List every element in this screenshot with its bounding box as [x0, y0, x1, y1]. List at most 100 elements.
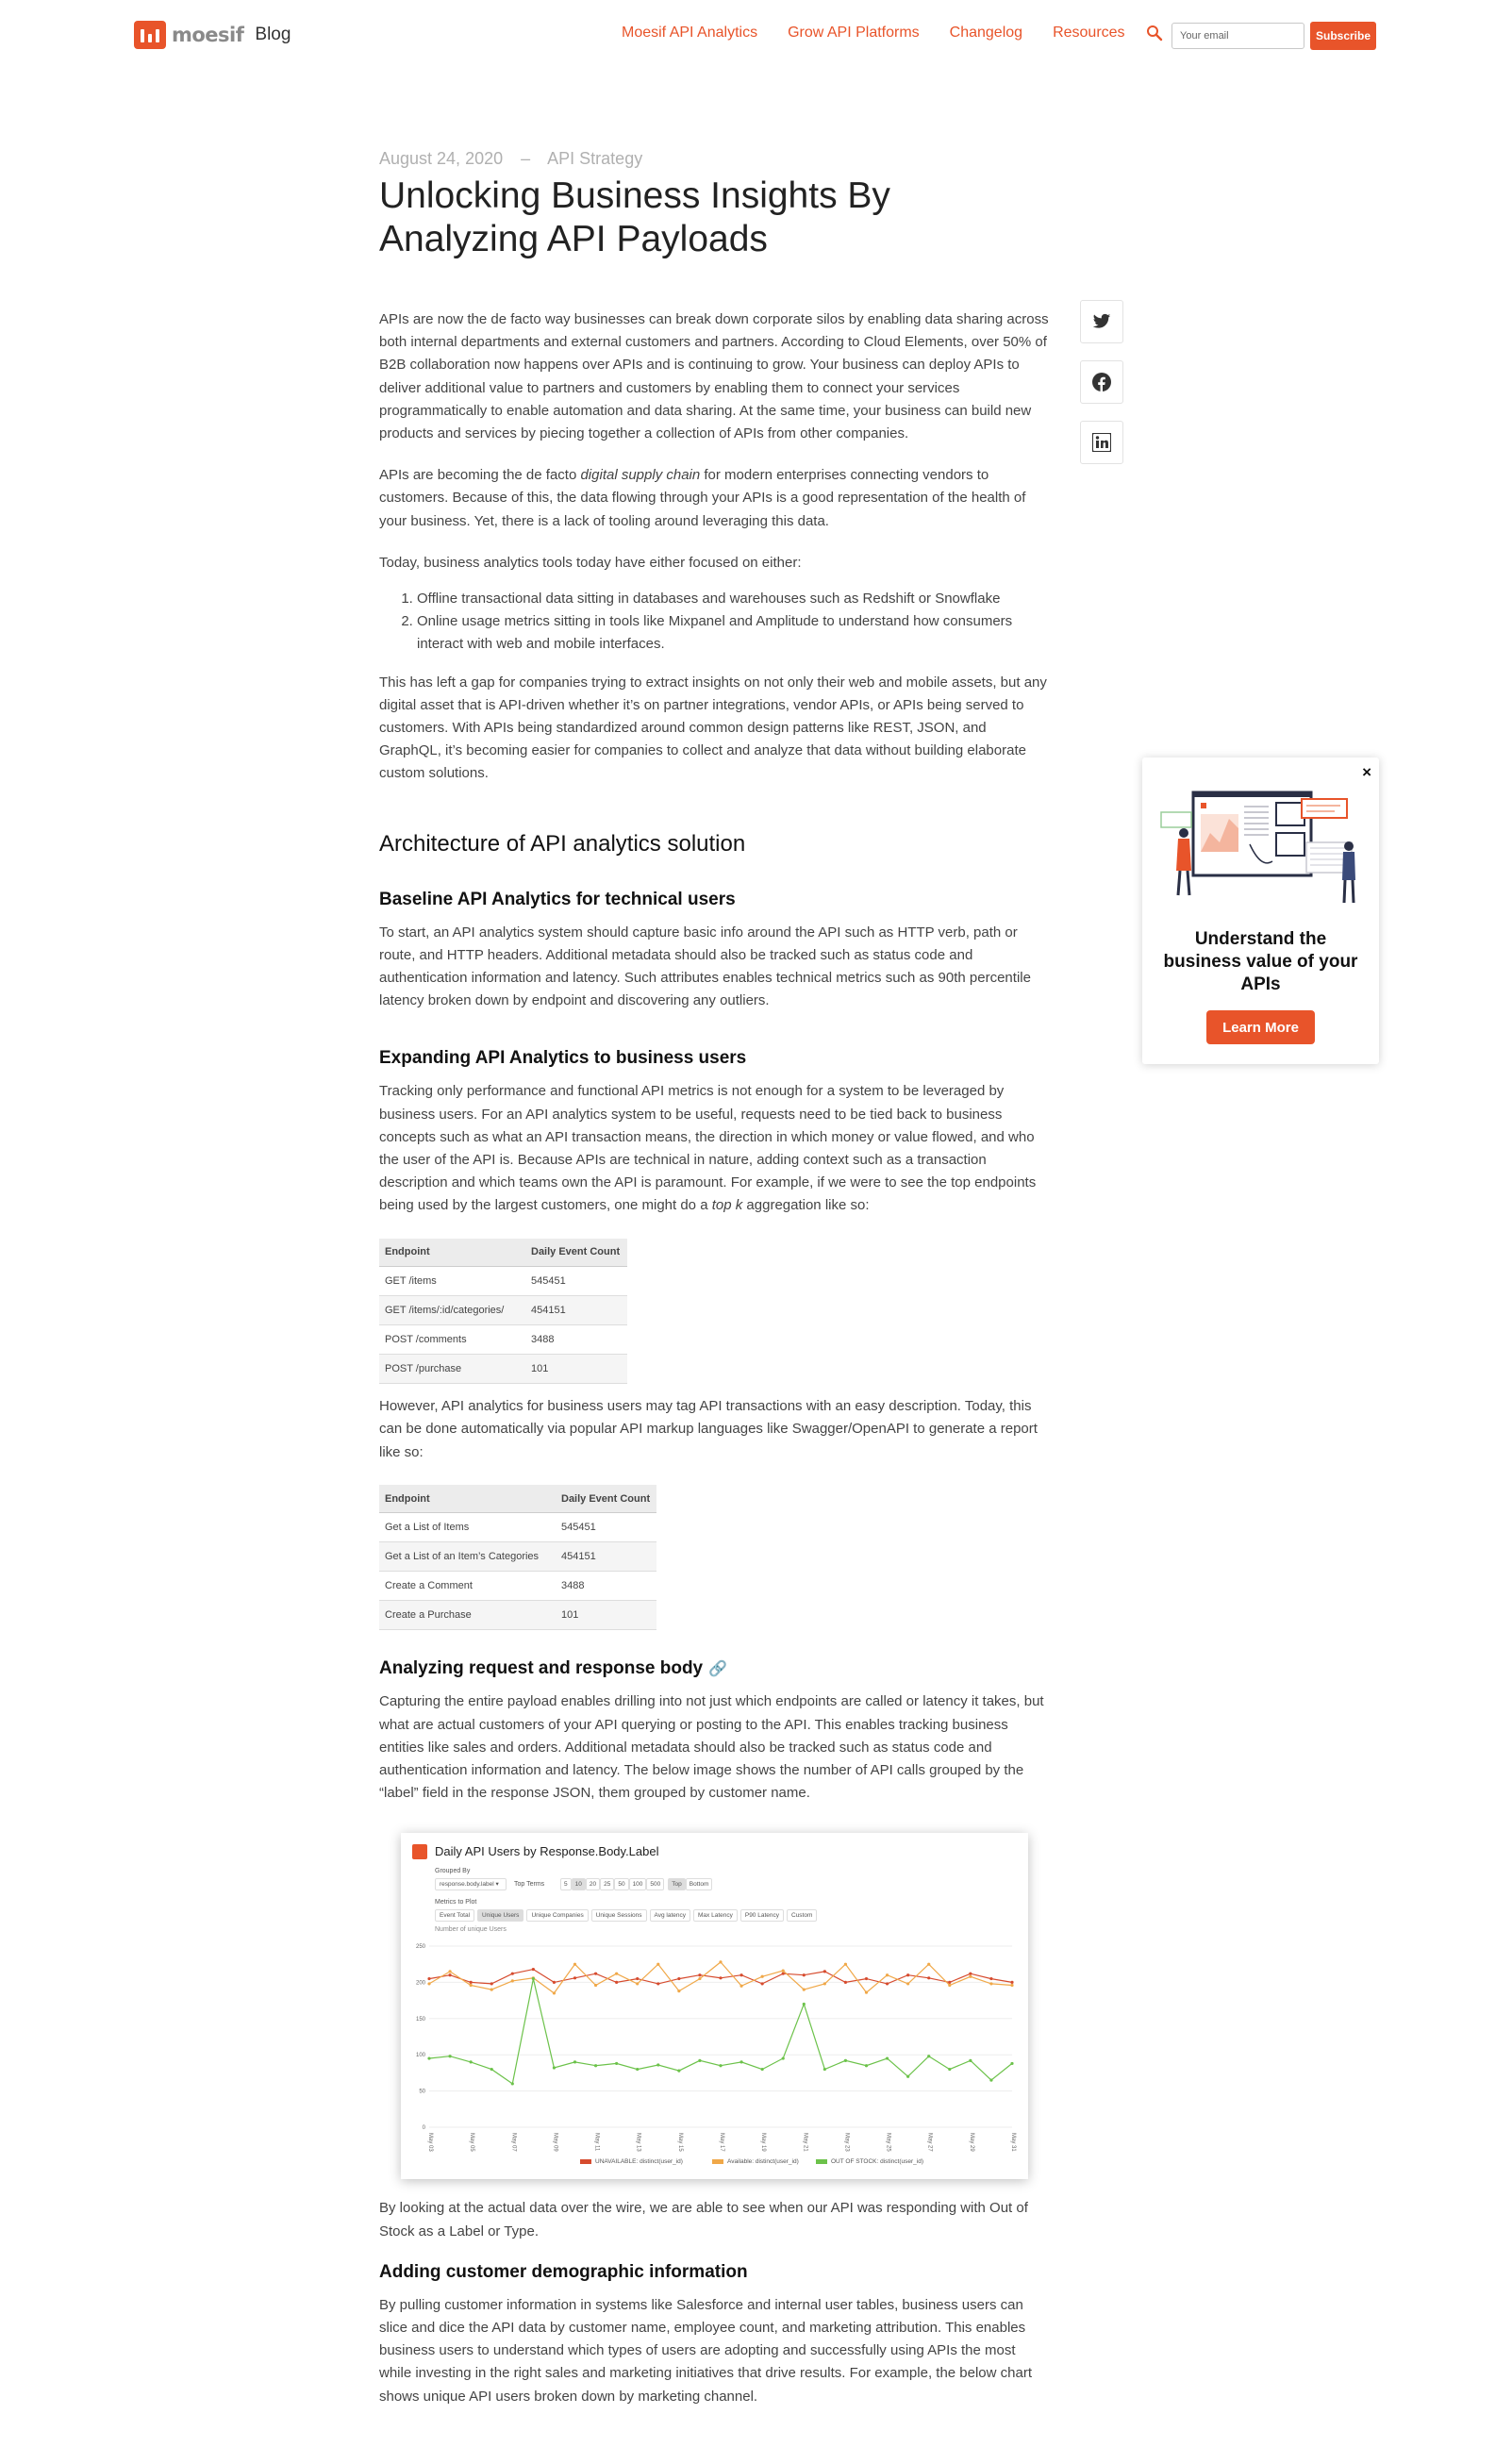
data-point	[469, 1983, 473, 1988]
subheading-expanding: Expanding API Analytics to business user…	[379, 1048, 747, 1069]
data-point	[719, 1960, 723, 1964]
x-tick-label: May 07	[510, 2133, 516, 2152]
data-point	[531, 1976, 535, 1981]
paragraph-wire-data: By looking at the actual data over the w…	[379, 2200, 1028, 2239]
data-point	[781, 2056, 785, 2060]
x-tick-label: May 21	[802, 2133, 807, 2152]
y-tick-label: 200	[416, 1980, 426, 1986]
analytics-illustration	[1160, 791, 1355, 904]
twitter-icon	[1092, 313, 1111, 328]
x-tick-label: May 17	[719, 2133, 724, 2152]
data-point	[864, 1976, 869, 1981]
post-category[interactable]: API Strategy	[547, 149, 642, 168]
data-point	[615, 1980, 619, 1984]
data-point	[510, 2082, 514, 2086]
tools-list: Offline transactional data sitting in da…	[379, 588, 1051, 657]
data-point	[656, 1962, 660, 1966]
post-meta: August 24, 2020 – API Strategy	[379, 149, 1051, 169]
moesif-logo-icon	[134, 21, 166, 49]
x-tick-label: May 05	[469, 2133, 474, 2152]
data-point	[593, 1983, 598, 1988]
data-point	[843, 1962, 848, 1966]
nav-link-changelog[interactable]: Changelog	[950, 25, 1022, 42]
data-point	[739, 1973, 743, 1977]
data-point	[531, 1967, 535, 1972]
endpoint-table: Endpoint Daily Event Count GET /items 545…	[379, 1238, 627, 1385]
series-line	[428, 1978, 1013, 2085]
data-point	[906, 2074, 910, 2078]
data-point	[448, 1973, 452, 1977]
x-tick-label: May 13	[636, 2133, 641, 2152]
legend-available[interactable]: Available: distinct(user_id)	[712, 2158, 799, 2165]
share-twitter-button[interactable]	[1080, 300, 1123, 343]
y-tick-label: 50	[419, 2089, 425, 2095]
data-point	[698, 1973, 702, 1977]
data-point	[636, 1976, 640, 1981]
data-point	[927, 1962, 931, 1966]
blog-label: Blog	[255, 25, 291, 44]
data-point	[822, 1970, 826, 1973]
data-point	[510, 1972, 514, 1975]
labeled-endpoint-table: Endpoint Daily Event Count Get a List of…	[379, 1484, 656, 1631]
close-icon[interactable]: ×	[1362, 763, 1371, 782]
data-point	[490, 1988, 493, 1991]
legend-unavailable[interactable]: UNAVAILABLE: distinct(user_id)	[580, 2158, 683, 2165]
data-point	[719, 1976, 723, 1980]
x-tick-label: May 15	[677, 2133, 683, 2152]
data-point	[948, 2067, 952, 2072]
table-row: POST /comments 3488	[379, 1324, 627, 1356]
search-icon[interactable]	[1146, 25, 1163, 42]
data-point	[636, 1982, 640, 1986]
table-row: GET /items 545451	[379, 1266, 627, 1297]
data-point	[552, 1991, 557, 1995]
table-header: Endpoint	[379, 1484, 556, 1514]
data-point	[552, 2066, 557, 2070]
data-point	[677, 1976, 681, 1981]
data-point	[677, 1990, 681, 1993]
x-tick-label: May 11	[594, 2133, 600, 2152]
data-point	[906, 1982, 910, 1986]
paragraph-intro: APIs are now the de facto way businesses…	[379, 311, 1049, 442]
data-point	[989, 1976, 993, 1981]
data-point	[636, 2067, 640, 2072]
share-linkedin-button[interactable]	[1080, 421, 1123, 464]
data-point	[948, 1983, 952, 1988]
nav-link-moesif-api-analytics[interactable]: Moesif API Analytics	[622, 25, 757, 42]
x-tick-label: May 29	[969, 2133, 974, 2152]
share-facebook-button[interactable]	[1080, 360, 1123, 404]
data-point	[593, 2064, 598, 2068]
data-point	[781, 1972, 785, 1975]
subheading-demographics: Adding customer demographic information	[379, 2261, 748, 2282]
data-point	[427, 1976, 431, 1981]
data-point	[989, 2078, 993, 2082]
nav-link-resources[interactable]: Resources	[1053, 25, 1124, 42]
legend-out-of-stock[interactable]: OUT OF STOCK: distinct(user_id)	[816, 2158, 923, 2165]
data-point	[802, 1973, 806, 1977]
data-point	[885, 1973, 889, 1977]
link-icon[interactable]: 🔗	[708, 1661, 727, 1677]
chart-screenshot-card: Daily API Users by Response.Body.Label G…	[401, 1833, 1028, 2179]
paragraph-baseline: To start, an API analytics system should…	[379, 924, 1031, 1009]
meta-separator: –	[521, 149, 531, 168]
x-tick-label: May 27	[927, 2133, 933, 2152]
data-point	[760, 1974, 764, 1978]
promo-headline: Understand the business value of your AP…	[1163, 929, 1358, 994]
data-point	[989, 1982, 993, 1986]
data-point	[843, 2058, 848, 2062]
learn-more-button[interactable]: Learn More	[1206, 1010, 1315, 1044]
logo-wordmark: moesif	[172, 24, 244, 46]
list-item: Offline transactional data sitting in da…	[417, 588, 1051, 610]
subscribe-button[interactable]: Subscribe	[1310, 22, 1376, 50]
x-tick-label: May 03	[427, 2133, 433, 2152]
email-input[interactable]	[1171, 23, 1304, 49]
data-point	[739, 1984, 743, 1988]
x-tick-label: May 23	[843, 2133, 849, 2152]
moesif-logo[interactable]: moesif Blog	[134, 21, 291, 49]
data-point	[719, 2064, 723, 2068]
data-point	[885, 1982, 889, 1986]
data-point	[843, 1980, 848, 1984]
nav-link-grow-api-platforms[interactable]: Grow API Platforms	[788, 25, 920, 42]
y-tick-label: 0	[423, 2125, 426, 2131]
table-row: Create a Comment 3488	[379, 1571, 656, 1602]
x-tick-label: May 19	[760, 2133, 766, 2152]
